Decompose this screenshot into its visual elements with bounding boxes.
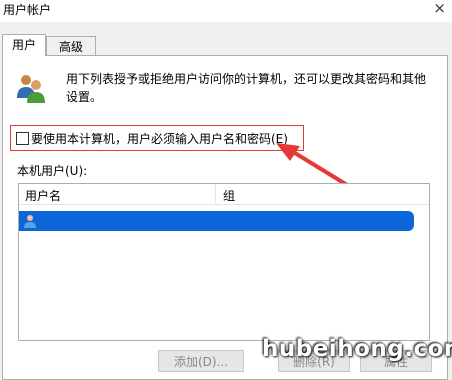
- column-header-username[interactable]: 用户名: [25, 187, 61, 204]
- window-title: 用户帐户: [3, 3, 52, 17]
- tab-advanced[interactable]: 高级: [46, 36, 96, 56]
- list-header: 用户名 组: [19, 184, 429, 205]
- add-user-button[interactable]: 添加(D)...: [158, 350, 244, 372]
- local-users-label: 本机用户(U):: [17, 164, 88, 178]
- title-bar: 用户帐户 ×: [0, 0, 452, 22]
- column-header-group[interactable]: 组: [223, 187, 235, 204]
- users-icon: [17, 75, 45, 103]
- column-divider[interactable]: [215, 184, 216, 204]
- table-row[interactable]: [19, 211, 414, 231]
- user-icon: [24, 215, 36, 228]
- description-text: 用下列表授予或拒绝用户访问你的计算机，还可以更改其密码和其他设置。: [66, 72, 427, 104]
- tab-users[interactable]: 用户: [2, 34, 46, 56]
- close-icon[interactable]: ×: [433, 0, 446, 17]
- watermark: hubeihong.com: [262, 336, 452, 362]
- local-users-list[interactable]: 用户名 组: [18, 183, 430, 341]
- annotation-highlight-box: [10, 125, 304, 151]
